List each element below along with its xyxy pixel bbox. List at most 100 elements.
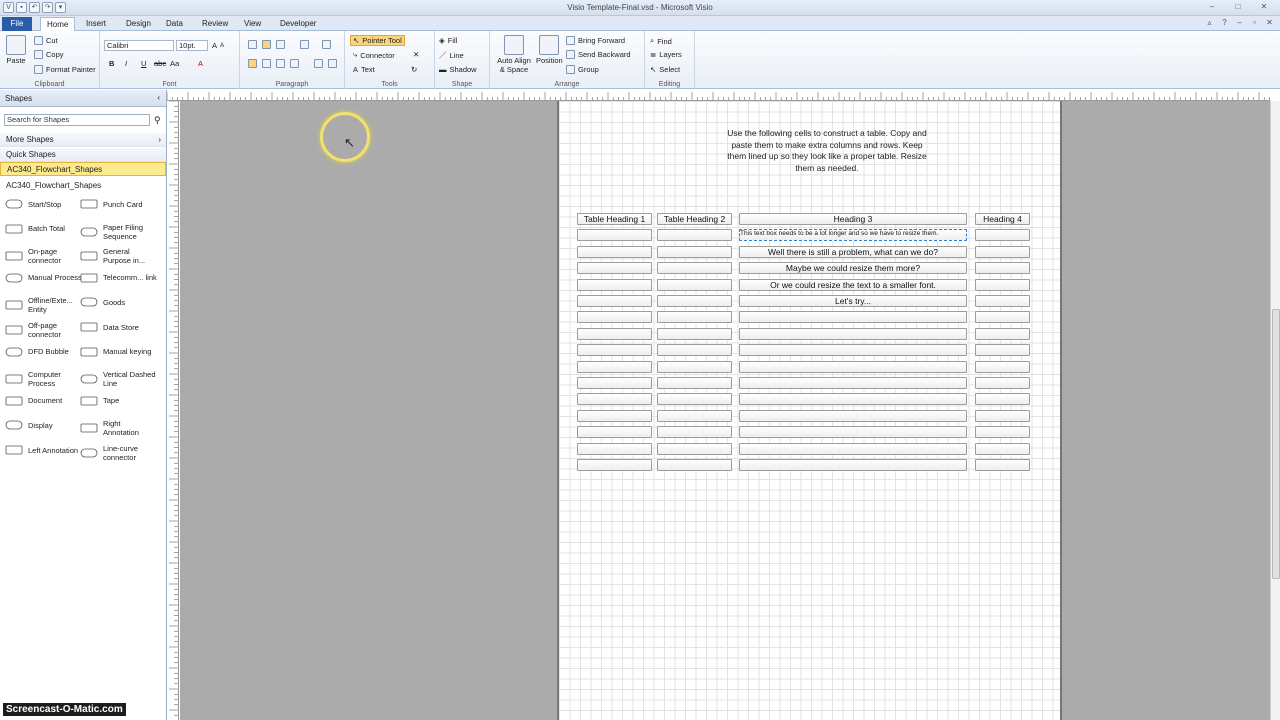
table-cell[interactable] (975, 245, 1030, 258)
align-center-icon[interactable] (262, 59, 271, 68)
table-cell[interactable] (657, 344, 732, 357)
stencil-shape-item[interactable]: Left Annotation (5, 444, 83, 456)
stencil-shape-item[interactable]: Telecomm... link (80, 272, 158, 284)
align-bottom-icon[interactable] (276, 40, 285, 49)
stencil-shape-item[interactable]: General Purpose in... (80, 247, 158, 265)
table-cell[interactable]: Or we could resize the text to a smaller… (739, 278, 967, 291)
font-size-select[interactable]: 10pt. (176, 40, 208, 51)
shapes-search-input[interactable]: Search for Shapes (4, 114, 150, 126)
copy-button[interactable]: Copy (34, 50, 64, 59)
rotate-icon[interactable]: ↻ (411, 65, 417, 74)
stencil-shape-item[interactable]: Right Annotation (80, 419, 158, 437)
font-color-button[interactable]: A (198, 59, 203, 68)
table-cell[interactable]: Let's try... (739, 295, 967, 307)
align-middle-icon[interactable] (262, 40, 271, 49)
table-cell[interactable] (739, 360, 967, 373)
table-cell[interactable] (657, 377, 732, 389)
bold-button[interactable]: B (109, 59, 114, 68)
table-cell[interactable] (657, 262, 732, 275)
layers-button[interactable]: ≣ Layers (650, 50, 682, 59)
tab-review[interactable]: Review (196, 17, 234, 31)
table-cell[interactable] (657, 409, 732, 422)
table-cell[interactable] (739, 377, 967, 389)
table-cell[interactable] (657, 360, 732, 373)
stencil-shape-item[interactable]: Data Store (80, 321, 158, 333)
table-cell[interactable] (975, 459, 1030, 471)
table-cell[interactable] (739, 442, 967, 455)
stencil-shape-item[interactable]: Tape (80, 395, 158, 407)
table-cell[interactable] (577, 311, 652, 324)
table-cell[interactable] (577, 459, 652, 471)
table-cell[interactable] (657, 426, 732, 439)
table-cell[interactable]: Well there is still a problem, what can … (739, 245, 967, 258)
table-cell[interactable] (657, 327, 732, 340)
table-cell[interactable] (657, 311, 732, 324)
table-cell[interactable] (657, 459, 732, 471)
pointer-tool-button[interactable]: ↖ Pointer Tool (350, 35, 405, 46)
help-icon[interactable]: ? (1220, 18, 1229, 27)
table-cell[interactable] (975, 229, 1030, 242)
bring-forward-button[interactable]: Bring Forward (566, 36, 625, 45)
text-tool-button[interactable]: A Text (353, 65, 375, 74)
table-cell[interactable] (657, 278, 732, 291)
instructions-textbox[interactable]: Use the following cells to construct a t… (722, 128, 932, 174)
stencil-shape-item[interactable]: Off-page connector (5, 321, 83, 339)
maximize-icon[interactable]: □ (1226, 1, 1250, 13)
stencil-shape-item[interactable]: Document (5, 395, 83, 407)
doc-restore-icon[interactable]: ▫ (1250, 18, 1259, 27)
tab-file[interactable]: File (2, 17, 32, 31)
table-cell[interactable] (739, 409, 967, 422)
table-heading-1[interactable]: Table Heading 1 (577, 213, 652, 225)
stencil-shape-item[interactable]: DFD Bubble (5, 346, 83, 358)
send-backward-button[interactable]: Send Backward (566, 50, 631, 59)
align-left-icon[interactable] (248, 59, 257, 68)
table-cell[interactable]: Maybe we could resize them more? (739, 262, 967, 275)
table-cell[interactable] (577, 409, 652, 422)
table-cell[interactable] (577, 344, 652, 357)
tab-data[interactable]: Data (160, 17, 189, 31)
drawing-page[interactable]: Use the following cells to construct a t… (557, 101, 1062, 720)
select-button[interactable]: ↖ Select (650, 65, 680, 74)
close-tool-icon[interactable]: ✕ (413, 50, 419, 59)
stencil-shape-item[interactable]: On-page connector (5, 247, 83, 265)
table-cell[interactable] (577, 262, 652, 275)
tab-insert[interactable]: Insert (80, 17, 112, 31)
table-cell[interactable] (739, 393, 967, 406)
table-cell[interactable] (577, 360, 652, 373)
text-direction-icon[interactable] (322, 40, 331, 49)
stencil-shape-item[interactable]: Display (5, 419, 83, 431)
change-case-button[interactable]: Aa (170, 59, 179, 68)
bullets-icon[interactable] (300, 40, 309, 49)
line-button[interactable]: ／ Line (439, 50, 464, 61)
search-icon[interactable]: ⚲ (154, 115, 161, 126)
stencil-shape-item[interactable]: Line-curve connector (80, 444, 158, 462)
table-cell[interactable]: This text box needs to be a lot longer a… (739, 229, 967, 242)
vertical-scrollbar[interactable] (1270, 101, 1280, 720)
table-cell[interactable] (577, 229, 652, 242)
quick-shapes-item[interactable]: Quick Shapes (0, 148, 166, 162)
table-cell[interactable] (577, 327, 652, 340)
table-cell[interactable] (657, 245, 732, 258)
decrease-indent-icon[interactable] (314, 59, 323, 68)
table-cell[interactable] (739, 459, 967, 471)
format-painter-button[interactable]: Format Painter (34, 65, 96, 74)
align-top-icon[interactable] (248, 40, 257, 49)
more-shapes-item[interactable]: More Shapes › (0, 133, 166, 147)
connector-button[interactable]: ⤷ Connector (353, 50, 395, 60)
justify-icon[interactable] (290, 59, 299, 68)
table-cell[interactable] (657, 442, 732, 455)
table-cell[interactable] (577, 377, 652, 389)
shadow-button[interactable]: ▬ Shadow (439, 65, 477, 74)
align-right-icon[interactable] (276, 59, 285, 68)
table-cell[interactable] (975, 295, 1030, 307)
minimize-icon[interactable]: – (1200, 1, 1224, 13)
increase-indent-icon[interactable] (328, 59, 337, 68)
stencil-shape-item[interactable]: Offline/Exte... Entity (5, 296, 83, 314)
italic-button[interactable]: I (125, 59, 127, 68)
font-name-select[interactable]: Calibri (104, 40, 174, 51)
stencil-shape-item[interactable]: Vertical Dashed Line (80, 370, 158, 388)
collapse-panel-icon[interactable]: ‹ (157, 93, 160, 102)
position-button[interactable]: Position (536, 35, 563, 65)
table-cell[interactable] (975, 377, 1030, 389)
tab-home[interactable]: Home (40, 17, 76, 32)
